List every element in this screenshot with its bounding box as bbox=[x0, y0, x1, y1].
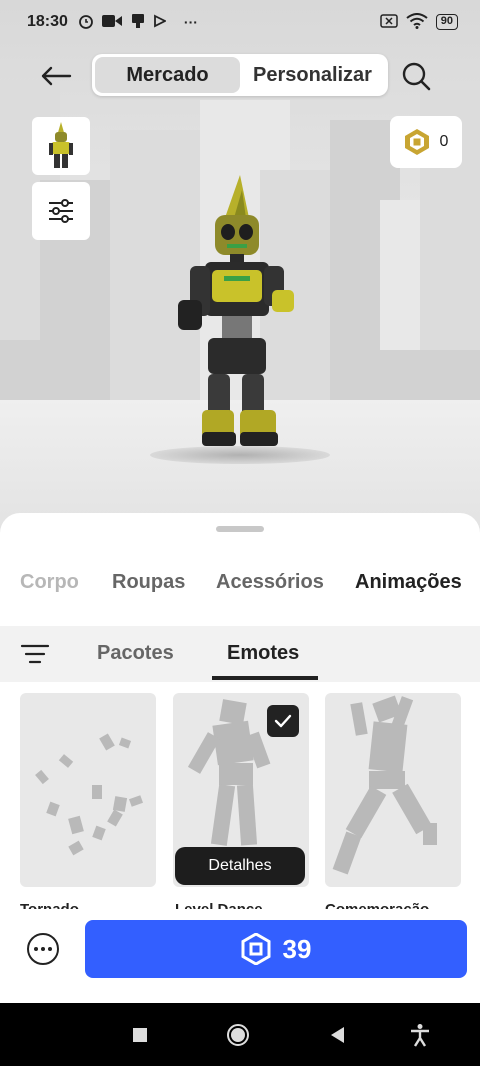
back-button[interactable] bbox=[38, 58, 74, 94]
emote-name: Level Dance bbox=[175, 899, 263, 909]
checkmark-icon bbox=[274, 714, 292, 728]
avatar-thumbnail bbox=[49, 122, 73, 168]
robux-balance-value: 0 bbox=[439, 133, 449, 150]
system-nav-bar bbox=[0, 1003, 480, 1066]
alarm-icon bbox=[78, 13, 94, 32]
active-tab-indicator bbox=[212, 676, 318, 680]
buy-price: 39 bbox=[282, 933, 312, 964]
status-bar: 18:30 ··· 90 bbox=[0, 0, 480, 44]
tab-roupas[interactable]: Roupas bbox=[112, 571, 185, 594]
more-options-button[interactable] bbox=[27, 933, 59, 965]
tab-mercado[interactable]: Mercado bbox=[95, 57, 240, 93]
game-controller-icon bbox=[130, 13, 146, 32]
more-dot-icon bbox=[34, 947, 38, 951]
buy-button[interactable]: 39 bbox=[85, 920, 467, 978]
status-time: 18:30 bbox=[27, 13, 68, 30]
robux-icon bbox=[241, 933, 271, 965]
tab-corpo[interactable]: Corpo bbox=[20, 571, 79, 594]
more-dot-icon bbox=[48, 947, 52, 951]
video-icon bbox=[101, 14, 122, 31]
sliders-icon bbox=[49, 199, 73, 223]
tab-emotes[interactable]: Emotes bbox=[227, 642, 299, 665]
more-dot-icon bbox=[41, 947, 45, 951]
no-sim-icon bbox=[380, 13, 398, 31]
arrow-left-icon bbox=[41, 66, 72, 86]
recents-icon[interactable] bbox=[128, 1023, 152, 1047]
avatar-robot-figure bbox=[178, 175, 294, 446]
emote-name: Comemoração bbox=[325, 899, 429, 909]
tab-animacoes[interactable]: Animações bbox=[355, 571, 462, 594]
tornado-emote-thumbnail bbox=[35, 733, 144, 856]
search-button[interactable] bbox=[398, 58, 434, 94]
selected-checkmark bbox=[267, 705, 299, 737]
search-icon bbox=[402, 62, 431, 91]
home-icon[interactable] bbox=[226, 1023, 250, 1047]
status-more: ··· bbox=[183, 14, 198, 30]
emote-card[interactable] bbox=[20, 693, 156, 887]
tab-pacotes[interactable]: Pacotes bbox=[97, 642, 174, 665]
wifi-icon bbox=[406, 12, 428, 32]
celebration-emote-thumbnail bbox=[332, 695, 437, 875]
tab-acessorios[interactable]: Acessórios bbox=[216, 571, 324, 594]
battery-icon: 90 bbox=[435, 14, 458, 30]
purchase-bar: 39 bbox=[0, 913, 480, 1003]
emote-card[interactable] bbox=[325, 693, 461, 887]
catalog-sheet: Corpo Roupas Acessórios Animações Pacote… bbox=[0, 513, 480, 1003]
mode-switch: Mercado Personalizar bbox=[92, 54, 388, 96]
filter-icon[interactable] bbox=[20, 641, 50, 667]
details-button[interactable]: Detalhes bbox=[175, 847, 305, 885]
robux-icon bbox=[404, 129, 429, 155]
robux-balance[interactable]: 0 bbox=[390, 116, 462, 168]
sheet-handle[interactable] bbox=[216, 526, 264, 532]
tab-personalizar[interactable]: Personalizar bbox=[240, 57, 385, 93]
accessibility-icon[interactable] bbox=[408, 1023, 432, 1047]
avatar-thumbnail-button[interactable] bbox=[32, 117, 90, 175]
scene-settings-button[interactable] bbox=[32, 182, 90, 240]
back-nav-icon[interactable] bbox=[326, 1023, 350, 1047]
play-icon bbox=[154, 14, 167, 31]
emote-name: Tornado bbox=[20, 899, 79, 909]
sub-tab-bar: Pacotes Emotes bbox=[0, 626, 480, 682]
category-tabs: Corpo Roupas Acessórios Animações bbox=[0, 571, 480, 607]
